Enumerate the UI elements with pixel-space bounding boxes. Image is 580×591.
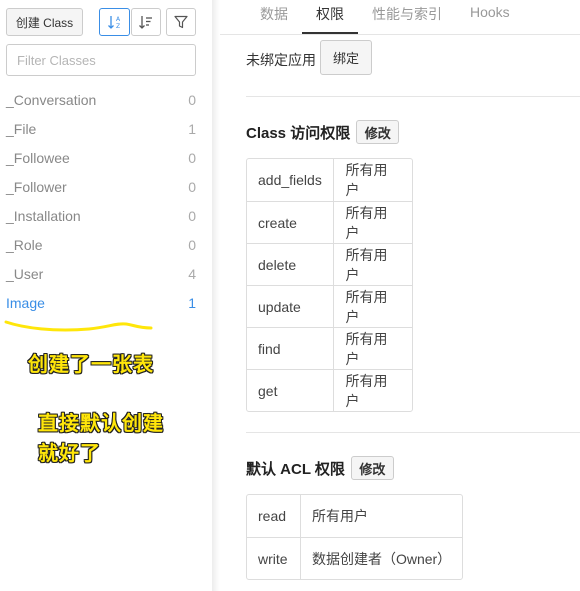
permission-value: 数据创建者（Owner） <box>311 550 452 567</box>
permission-key: read <box>247 495 301 537</box>
class-item-image[interactable]: Image 1 <box>0 288 212 317</box>
acl-permissions-header: 默认 ACL 权限 修改 <box>246 456 394 480</box>
sort-count-button[interactable] <box>131 8 161 36</box>
class-name: _Followee <box>6 149 70 166</box>
permission-value: 所有用户 <box>312 508 368 524</box>
tab-data[interactable]: 数据 <box>246 0 302 34</box>
class-name: _File <box>6 120 37 137</box>
bind-button[interactable]: 绑定 <box>320 40 372 75</box>
modify-acl-permissions-button[interactable]: 修改 <box>350 456 394 480</box>
table-row: find 所有用户 <box>247 327 412 369</box>
modify-class-permissions-button[interactable]: 修改 <box>356 120 400 144</box>
table-row: delete 所有用户 <box>247 243 412 285</box>
table-row: read 所有用户 <box>247 495 462 537</box>
class-list: _Conversation 0 _File 1 _Followee 0 _Fol… <box>0 85 212 317</box>
class-name: _User <box>6 265 44 282</box>
permission-key: write <box>247 538 301 579</box>
filter-classes-input[interactable] <box>6 44 196 76</box>
sort-alpha-button[interactable]: A Z <box>99 8 130 36</box>
sort-alpha-icon: A Z <box>107 16 121 30</box>
section-title: Class 访问权限 <box>246 124 351 142</box>
class-count: 1 <box>188 120 196 137</box>
class-item-conversation[interactable]: _Conversation 0 <box>0 85 212 114</box>
class-item-follower[interactable]: _Follower 0 <box>0 172 212 201</box>
filter-button[interactable] <box>166 8 196 36</box>
permission-value: 所有用户 <box>345 246 388 283</box>
class-item-followee[interactable]: _Followee 0 <box>0 143 212 172</box>
sort-count-icon <box>139 16 152 29</box>
tab-divider <box>220 34 580 35</box>
class-item-role[interactable]: _Role 0 <box>0 230 212 259</box>
table-row: update 所有用户 <box>247 285 412 327</box>
permission-key: create <box>247 202 335 243</box>
svg-text:A: A <box>116 16 121 23</box>
table-row: write 数据创建者（Owner） <box>247 537 462 579</box>
permission-value: 所有用户 <box>345 204 388 241</box>
class-count: 0 <box>188 207 196 224</box>
tab-hooks[interactable]: Hooks <box>456 0 524 34</box>
annotation-line: 就好了 <box>38 441 101 465</box>
permission-value: 所有用户 <box>345 372 388 409</box>
class-permissions-table: add_fields 所有用户 create 所有用户 delete 所有用户 … <box>246 158 413 412</box>
annotation-note-created-table: 创建了一张表 <box>28 352 154 376</box>
permission-value: 所有用户 <box>345 162 388 198</box>
class-item-installation[interactable]: _Installation 0 <box>0 201 212 230</box>
permission-value: 所有用户 <box>345 330 388 367</box>
section-title: 默认 ACL 权限 <box>246 460 345 478</box>
create-class-button[interactable]: 创建 Class <box>6 8 83 36</box>
annotation-line: 直接默认创建 <box>38 411 164 435</box>
class-sidebar: 创建 Class A Z _Conversation 0 _File 1 <box>0 0 212 591</box>
class-count: 0 <box>188 149 196 166</box>
acl-permissions-table: read 所有用户 write 数据创建者（Owner） <box>246 494 463 580</box>
permission-key: update <box>247 286 335 327</box>
sidebar-divider <box>212 0 220 591</box>
class-name: _Installation <box>6 207 81 224</box>
annotation-note-default-create: 直接默认创建 就好了 <box>38 408 164 468</box>
class-name: _Conversation <box>6 91 97 108</box>
class-count: 0 <box>188 91 196 108</box>
class-count: 0 <box>188 236 196 253</box>
highlight-underline <box>4 320 153 332</box>
table-row: create 所有用户 <box>247 201 412 243</box>
tab-performance-index[interactable]: 性能与索引 <box>358 0 456 34</box>
tab-permissions[interactable]: 权限 <box>302 0 358 34</box>
tab-bar: 数据 权限 性能与索引 Hooks <box>246 0 524 34</box>
class-item-user[interactable]: _User 4 <box>0 259 212 288</box>
class-count: 0 <box>188 178 196 195</box>
permission-key: add_fields <box>247 159 335 201</box>
filter-icon <box>174 15 188 29</box>
table-row: get 所有用户 <box>247 369 412 411</box>
binding-status: 未绑定应用 <box>246 52 316 68</box>
class-item-file[interactable]: _File 1 <box>0 114 212 143</box>
class-permissions-header: Class 访问权限 修改 <box>246 120 400 144</box>
class-count: 4 <box>188 265 196 282</box>
class-name: Image <box>6 294 45 311</box>
class-count: 1 <box>188 294 196 311</box>
permission-key: delete <box>247 244 335 285</box>
svg-text:Z: Z <box>116 23 120 30</box>
table-row: add_fields 所有用户 <box>247 159 412 201</box>
class-name: _Follower <box>6 178 67 195</box>
section-divider <box>246 432 580 433</box>
permission-key: get <box>247 370 335 411</box>
permission-key: find <box>247 328 335 369</box>
class-name: _Role <box>6 236 43 253</box>
section-divider <box>246 96 580 97</box>
permission-value: 所有用户 <box>345 288 388 325</box>
